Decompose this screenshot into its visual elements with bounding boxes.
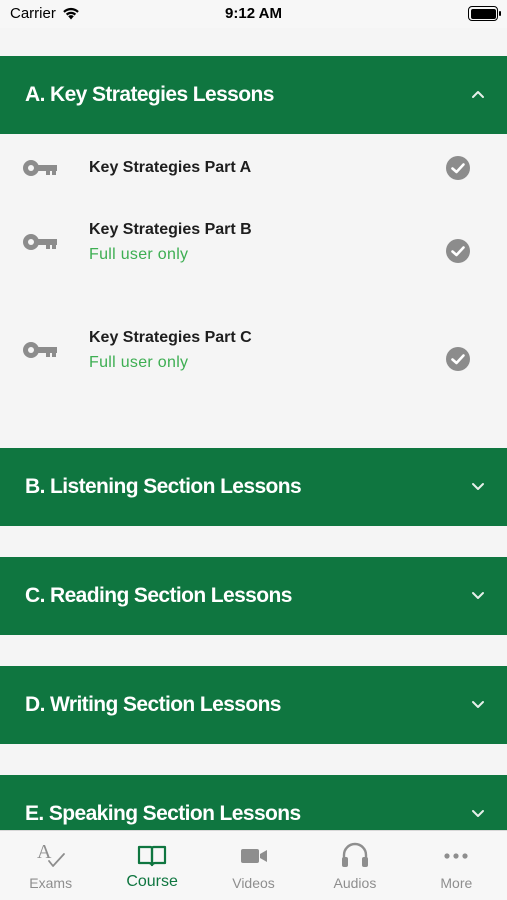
- lesson-row-part-c[interactable]: Key Strategies Part C Full user only: [0, 318, 507, 398]
- tab-audios[interactable]: Audios: [304, 831, 405, 900]
- key-icon: [23, 160, 57, 176]
- chevron-down-icon: [472, 810, 484, 817]
- tab-exams[interactable]: A Exams: [0, 831, 101, 900]
- tab-label: Course: [126, 873, 178, 890]
- lesson-title: Key Strategies Part C: [89, 329, 252, 346]
- tab-label: Videos: [232, 875, 275, 891]
- headphones-icon: [341, 842, 368, 867]
- key-icon: [23, 342, 57, 358]
- tab-videos[interactable]: Videos: [203, 831, 304, 900]
- section-title: C. Reading Section Lessons: [25, 584, 292, 607]
- section-title: E. Speaking Section Lessons: [25, 802, 301, 825]
- chevron-down-icon: [472, 701, 484, 708]
- tab-more[interactable]: More: [406, 831, 507, 900]
- chevron-down-icon: [472, 483, 484, 490]
- exams-icon: A: [37, 841, 65, 867]
- section-header-listening[interactable]: B. Listening Section Lessons: [0, 448, 507, 526]
- tab-label: Exams: [29, 875, 73, 891]
- tab-course[interactable]: Course: [101, 831, 202, 900]
- svg-text:A: A: [37, 841, 52, 863]
- lesson-access-note: Full user only: [89, 354, 189, 371]
- chevron-up-icon: [472, 91, 484, 98]
- check-circle-icon: [446, 156, 470, 180]
- lesson-title: Key Strategies Part B: [89, 221, 252, 238]
- lesson-title: Key Strategies Part A: [89, 159, 252, 176]
- section-header-key-strategies[interactable]: A. Key Strategies Lessons: [0, 56, 507, 134]
- section-title: D. Writing Section Lessons: [25, 693, 281, 716]
- lesson-access-note: Full user only: [89, 246, 189, 263]
- chevron-down-icon: [472, 592, 484, 599]
- tab-bar: A Exams Course Videos Audios More: [0, 830, 507, 900]
- lesson-row-part-a[interactable]: Key Strategies Part A: [0, 140, 507, 196]
- key-icon: [23, 234, 57, 250]
- section-header-writing[interactable]: D. Writing Section Lessons: [0, 666, 507, 744]
- more-dots-icon: [444, 853, 468, 859]
- section-title: B. Listening Section Lessons: [25, 475, 302, 498]
- book-icon: [138, 845, 167, 867]
- check-circle-icon: [446, 239, 470, 263]
- tab-label: Audios: [333, 875, 377, 891]
- lesson-row-part-b[interactable]: Key Strategies Part B Full user only: [0, 210, 507, 290]
- check-circle-icon: [446, 347, 470, 371]
- battery-icon: [468, 6, 501, 21]
- section-header-reading[interactable]: C. Reading Section Lessons: [0, 557, 507, 635]
- video-camera-icon: [240, 849, 267, 863]
- section-title: A. Key Strategies Lessons: [25, 83, 274, 106]
- clock: 9:12 AM: [225, 5, 282, 22]
- tab-label: More: [440, 875, 473, 891]
- status-bar: Carrier 9:12 AM: [0, 0, 507, 28]
